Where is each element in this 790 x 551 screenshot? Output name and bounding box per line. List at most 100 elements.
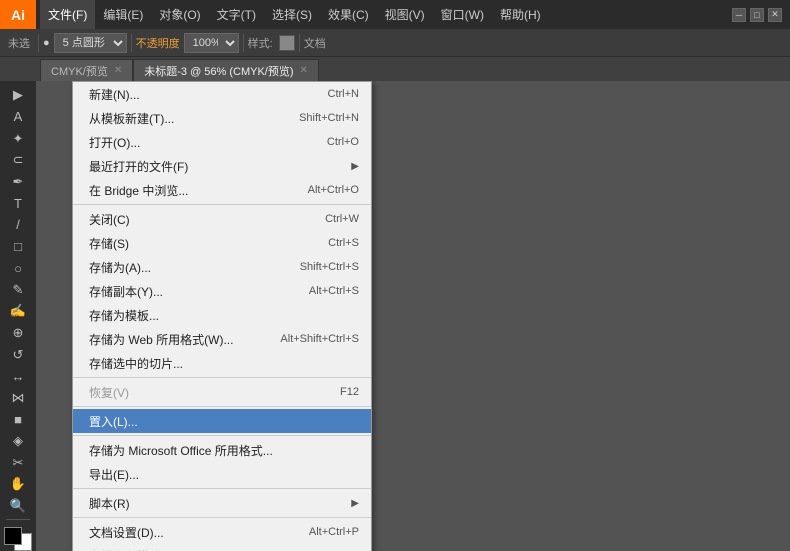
menu-item-label: 恢复(V) — [89, 384, 129, 401]
gradient-tool-button[interactable]: ⋈ — [4, 388, 32, 409]
menu-item-4[interactable]: 选择(S) — [264, 0, 320, 29]
left-toolbar: ▶A✦⊂✒T/□○✎✍⊕↺↔⋈■◈✂✋🔍 — [0, 81, 36, 551]
magic-wand-tool-button[interactable]: ✦ — [4, 128, 32, 149]
menu-dropdown-item-0-3[interactable]: 最近打开的文件(F) ▶ — [73, 154, 371, 178]
rotate-tool-button[interactable]: ⊕ — [4, 323, 32, 344]
menu-separator-4 — [73, 488, 371, 489]
menu-item-6[interactable]: 视图(V) — [377, 0, 433, 29]
brush-icon: ● — [43, 37, 50, 49]
menu-item-5[interactable]: 效果(C) — [320, 0, 377, 29]
menu-bar: 文件(F)编辑(E)对象(O)文字(T)选择(S)效果(C)视图(V)窗口(W)… — [36, 0, 732, 29]
brush-select[interactable]: 5 点圆形 — [54, 33, 127, 53]
menu-dropdown-item-6-0[interactable]: 文档设置(D)...Alt+Ctrl+P — [73, 520, 371, 544]
menu-item-shortcut: F12 — [340, 386, 359, 398]
menu-dropdown-item-6-1[interactable]: 文档颜色模式(M)▶ — [73, 544, 371, 551]
type-tool-button[interactable]: T — [4, 193, 32, 214]
blend-tool-button[interactable]: ↔ — [4, 366, 32, 387]
restore-button[interactable]: □ — [750, 8, 764, 22]
app-logo: Ai — [0, 0, 36, 29]
rectangle-tool-button[interactable]: □ — [4, 236, 32, 257]
close-button[interactable]: ✕ — [768, 8, 782, 22]
menu-item-2[interactable]: 对象(O) — [151, 0, 208, 29]
doc-label: 文档 — [304, 35, 326, 51]
menu-item-shortcut: Ctrl+S — [328, 237, 359, 249]
eyedropper-tool-button[interactable]: ◈ — [4, 431, 32, 452]
menu-separator-1 — [73, 377, 371, 378]
mesh-tool-button[interactable]: ■ — [4, 409, 32, 430]
canvas-area: 新建(N)...Ctrl+N从模板新建(T)...Shift+Ctrl+N打开(… — [36, 81, 790, 551]
menu-dropdown-item-5-0[interactable]: 脚本(R)▶ — [73, 491, 371, 515]
menu-dropdown-item-3-0[interactable]: 置入(L)... — [73, 409, 371, 433]
menu-item-shortcut: Alt+Ctrl+P — [309, 526, 359, 538]
tab-close-1[interactable]: ✕ — [300, 65, 308, 76]
menu-item-label: 最近打开的文件(F) — [89, 158, 188, 175]
menu-item-shortcut: Ctrl+W — [325, 213, 359, 225]
menu-dropdown-item-1-3[interactable]: 存储副本(Y)...Alt+Ctrl+S — [73, 279, 371, 303]
ellipse-tool-button[interactable]: ○ — [4, 258, 32, 279]
style-label: 样式: — [248, 35, 273, 51]
tab-close-0[interactable]: ✕ — [114, 65, 122, 76]
menu-item-label: 在 Bridge 中浏览... — [89, 182, 188, 199]
menu-separator-0 — [73, 204, 371, 205]
color-swatches — [4, 527, 32, 551]
brush-tool-button[interactable]: ✍ — [4, 301, 32, 322]
menu-item-0[interactable]: 文件(F) — [40, 0, 95, 29]
tool-separator — [6, 519, 30, 520]
menu-dropdown-item-0-2[interactable]: 打开(O)... Ctrl+O — [73, 130, 371, 154]
scissors-tool-button[interactable]: ✂ — [4, 452, 32, 473]
menu-dropdown-item-1-0[interactable]: 关闭(C) Ctrl+W — [73, 207, 371, 231]
menu-dropdown-item-1-5[interactable]: 存储为 Web 所用格式(W)...Alt+Shift+Ctrl+S — [73, 327, 371, 351]
menu-dropdown-item-4-1[interactable]: 导出(E)... — [73, 462, 371, 486]
tab-0[interactable]: CMYK/预览✕ — [40, 59, 133, 81]
tab-1[interactable]: 未标题-3 @ 56% (CMYK/预览)✕ — [133, 59, 319, 81]
menu-dropdown-item-1-4[interactable]: 存储为模板... — [73, 303, 371, 327]
menu-item-label: 存储为(A)... — [89, 259, 151, 276]
toolbar-divider-1 — [38, 34, 39, 52]
menu-dropdown-item-1-6[interactable]: 存储选中的切片... — [73, 351, 371, 375]
menu-item-label: 关闭(C) — [89, 211, 130, 228]
menu-item-8[interactable]: 帮助(H) — [492, 0, 549, 29]
menu-item-label: 打开(O)... — [89, 134, 140, 151]
menu-item-shortcut: Shift+Ctrl+N — [299, 112, 359, 124]
menu-item-label: 存储为模板... — [89, 307, 159, 324]
pencil-tool-button[interactable]: ✎ — [4, 279, 32, 300]
zoom-tool-button[interactable]: 🔍 — [4, 496, 32, 517]
menu-dropdown-item-4-0[interactable]: 存储为 Microsoft Office 所用格式... — [73, 438, 371, 462]
submenu-arrow-icon: ▶ — [351, 161, 359, 172]
menu-item-label: 新建(N)... — [89, 86, 140, 103]
menu-item-label: 导出(E)... — [89, 466, 139, 483]
lasso-tool-button[interactable]: ⊂ — [4, 150, 32, 171]
foreground-color-swatch[interactable] — [4, 527, 22, 545]
menu-dropdown-item-0-4[interactable]: 在 Bridge 中浏览...Alt+Ctrl+O — [73, 178, 371, 202]
menu-separator-5 — [73, 517, 371, 518]
tabs-bar: CMYK/预览✕未标题-3 @ 56% (CMYK/预览)✕ — [0, 57, 790, 81]
menu-item-shortcut: Alt+Shift+Ctrl+S — [280, 333, 359, 345]
menu-item-3[interactable]: 文字(T) — [209, 0, 264, 29]
menu-item-1[interactable]: 编辑(E) — [95, 0, 151, 29]
menu-dropdown-item-0-0[interactable]: 新建(N)... Ctrl+N — [73, 82, 371, 106]
opacity-label: 不透明度 — [136, 35, 180, 51]
main-area: ▶A✦⊂✒T/□○✎✍⊕↺↔⋈■◈✂✋🔍 新建(N)...Ctrl+N从模板新建… — [0, 81, 790, 551]
direct-selection-tool-button[interactable]: A — [4, 107, 32, 128]
menu-item-7[interactable]: 窗口(W) — [433, 0, 492, 29]
minimize-button[interactable]: ─ — [732, 8, 746, 22]
options-toolbar: 未选 ● 5 点圆形 不透明度 100% 样式: 文档 — [0, 29, 790, 57]
menu-item-label: 存储选中的切片... — [89, 355, 183, 372]
menu-dropdown-item-1-1[interactable]: 存储(S) Ctrl+S — [73, 231, 371, 255]
menu-item-shortcut: Shift+Ctrl+S — [300, 261, 359, 273]
menu-item-shortcut: Ctrl+O — [327, 136, 359, 148]
line-tool-button[interactable]: / — [4, 215, 32, 236]
hand-tool-button[interactable]: ✋ — [4, 474, 32, 495]
title-bar-controls: ─ □ ✕ — [732, 8, 790, 22]
menu-separator-3 — [73, 435, 371, 436]
toolbar-divider-4 — [299, 34, 300, 52]
menu-item-label: 存储(S) — [89, 235, 129, 252]
scale-tool-button[interactable]: ↺ — [4, 344, 32, 365]
selection-tool-button[interactable]: ▶ — [4, 85, 32, 106]
menu-dropdown-item-0-1[interactable]: 从模板新建(T)...Shift+Ctrl+N — [73, 106, 371, 130]
menu-item-shortcut: Ctrl+N — [328, 88, 359, 100]
menu-dropdown-item-1-2[interactable]: 存储为(A)... Shift+Ctrl+S — [73, 255, 371, 279]
pen-tool-button[interactable]: ✒ — [4, 171, 32, 192]
opacity-select[interactable]: 100% — [184, 33, 239, 53]
toolbar-divider-2 — [131, 34, 132, 52]
